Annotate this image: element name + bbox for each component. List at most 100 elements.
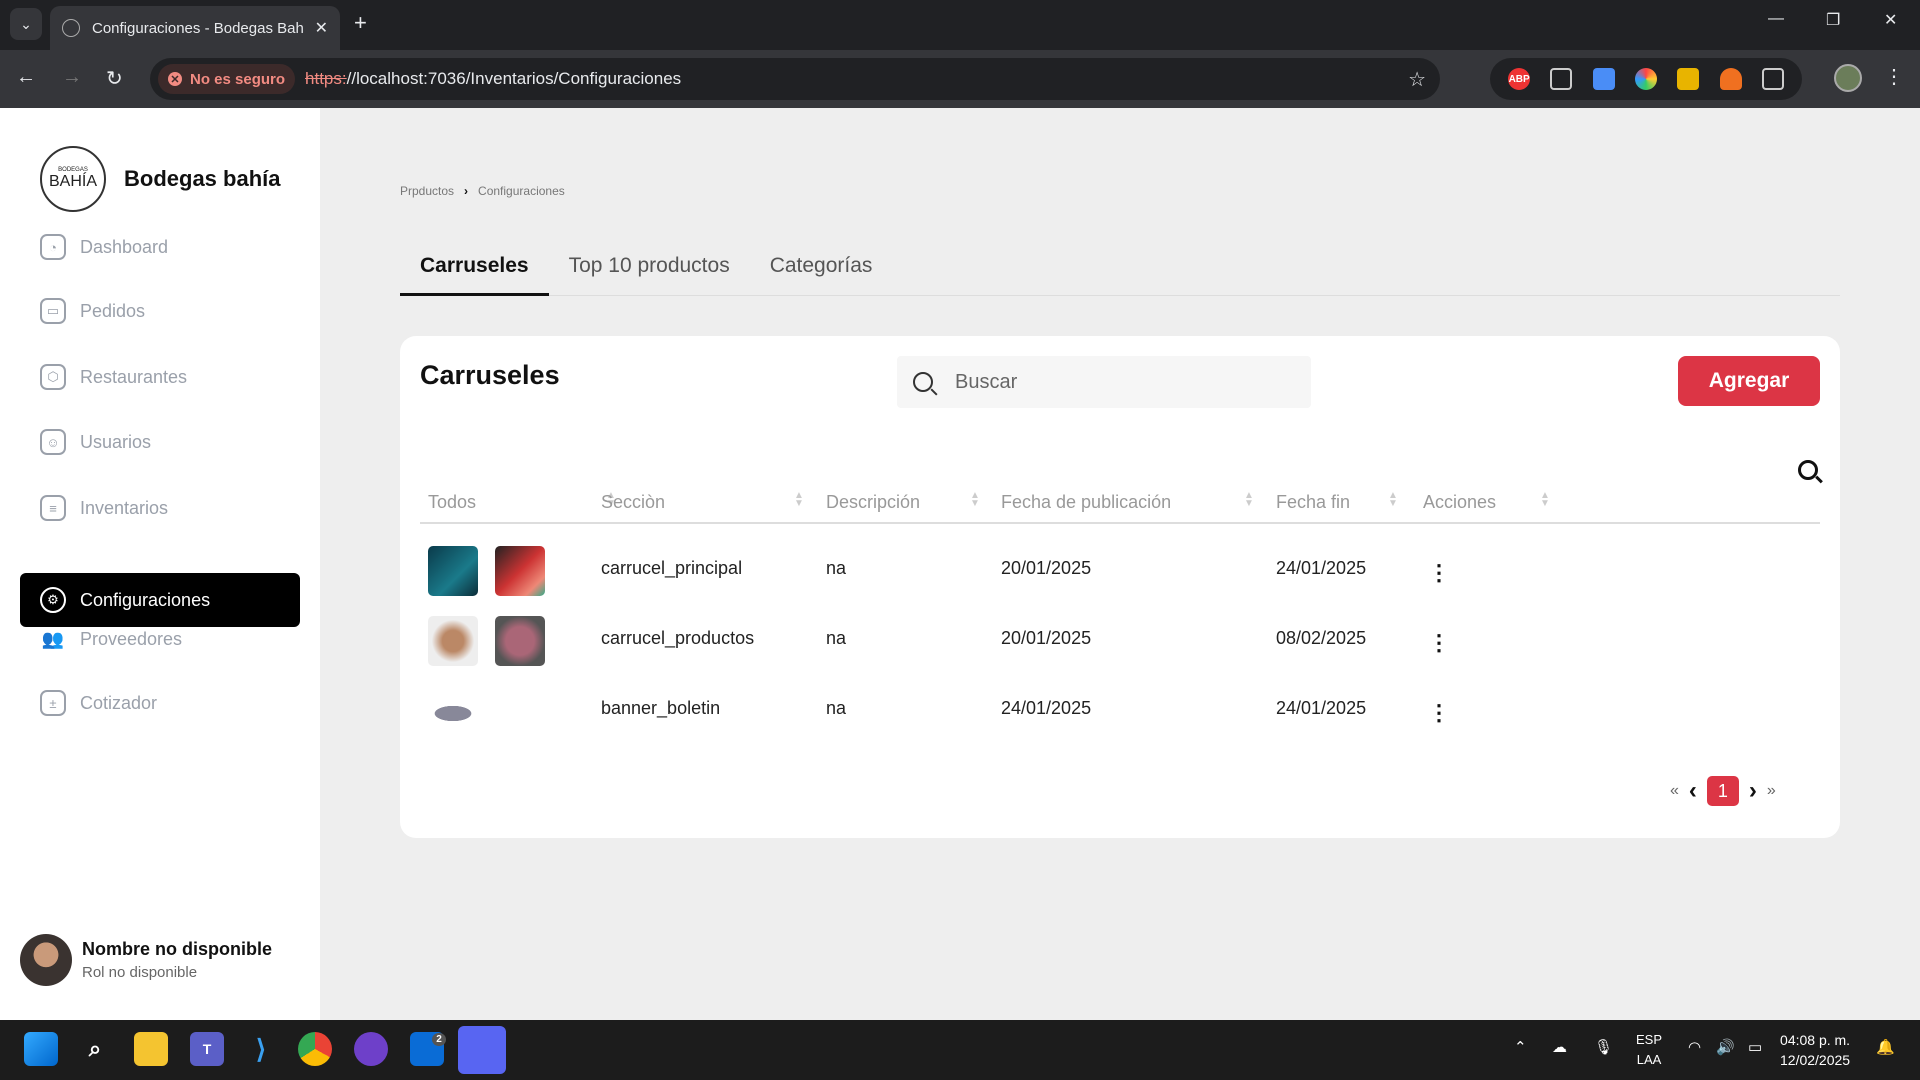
reload-icon[interactable]: ↻ [106,66,123,91]
row-actions-icon[interactable]: ⋮ [1428,630,1450,656]
cell-seccion: banner_boletin [601,698,721,718]
close-tab-icon[interactable]: ✕ [315,18,328,38]
store-icon[interactable]: 2 [410,1032,446,1066]
pagination: « ‹ 1 › » [1670,776,1776,806]
browser-tab[interactable]: Configuraciones - Bodegas Bah ✕ [50,6,340,50]
col-descripcion[interactable]: Descripción [826,492,920,513]
row-actions-icon[interactable]: ⋮ [1428,560,1450,586]
cell-seccion: carrucel_principal [601,558,743,578]
extension-window-icon[interactable] [1550,68,1573,90]
extension-orange-icon[interactable] [1719,68,1742,90]
dashboard-icon: ◔ [40,234,66,260]
user-profile[interactable]: Nombre no disponible Rol no disponible [20,934,272,986]
add-button[interactable]: Agregar [1678,356,1820,406]
tab-search-button[interactable]: ⌄ [10,8,42,40]
tab-top10[interactable]: Top 10 productos [549,254,750,296]
sort-icon[interactable]: ▲ ▼ [1388,491,1398,509]
new-tab-icon[interactable]: + [354,10,367,36]
extension-yellow-icon[interactable] [1677,68,1700,90]
browser-titlebar: ⌄ Configuraciones - Bodegas Bah ✕ + — ❐ … [0,0,1920,50]
sidebar-item-pedidos[interactable]: ▭ Pedidos [20,284,300,338]
profile-avatar-icon[interactable] [1834,64,1862,92]
carousel-image-thumbnail[interactable] [428,546,478,596]
forward-icon[interactable]: → [62,66,82,89]
battery-icon[interactable]: ▭ [1748,1038,1762,1056]
chrome-icon[interactable] [298,1032,332,1066]
cell-descripcion: na [826,558,847,578]
sort-icon[interactable]: ▲ ▼ [1540,491,1550,509]
restore-icon[interactable]: ❐ [1826,10,1840,30]
back-icon[interactable]: ← [16,66,36,89]
sidebar-item-restaurantes[interactable]: ⬡ Restaurantes [20,350,300,404]
sidebar-item-cotizador[interactable]: ± Cotizador [20,676,300,730]
sort-icon[interactable]: ▲ ▼ [970,491,980,509]
browser-menu-icon[interactable]: ⋮ [1884,64,1904,89]
last-page-button[interactable]: » [1767,782,1776,800]
notification-bell-icon[interactable]: 🔔 [1876,1038,1895,1056]
tab-categorias[interactable]: Categorías [750,254,893,296]
sidebar-item-label: Proveedores [80,628,183,649]
brand-name: Bodegas bahía [124,166,281,191]
next-page-button[interactable]: › [1749,777,1757,805]
start-icon[interactable] [24,1032,58,1066]
first-page-button[interactable]: « [1670,782,1679,800]
cell-descripcion: na [826,628,847,648]
col-fecha-publicacion[interactable]: Fecha de publicación [1001,492,1171,513]
sort-icon[interactable]: ▲ ▼ [1244,491,1254,509]
minimize-icon[interactable]: — [1768,10,1784,28]
col-seccion[interactable]: Secciòn [601,492,665,513]
col-todos[interactable]: Todos [428,492,476,513]
security-chip[interactable]: ✕ No es seguro [158,64,296,94]
bookmark-star-icon[interactable]: ☆ [1408,67,1426,92]
system-clock[interactable]: 04:08 p. m. 12/02/2025 [1780,1030,1850,1070]
carruseles-card: Carruseles Agregar Todos ▲▼ Secciòn ▲▼ D… [400,336,1840,838]
sidebar-item-label: Restaurantes [80,366,188,387]
sidebar-item-usuarios[interactable]: ☺ Usuarios [20,415,300,469]
app-root: BODEGAS BAHÍA Bodegas bahía ◔ Dashboard ▭… [0,108,1920,1020]
wifi-icon[interactable]: ◠ [1688,1038,1701,1056]
vscode-icon[interactable]: ⟩ [244,1032,278,1066]
sidebar-item-dashboard[interactable]: ◔ Dashboard [20,220,300,274]
color-picker-icon[interactable] [1634,68,1657,90]
cloud-icon[interactable]: ☁ [1552,1038,1567,1056]
file-explorer-icon[interactable] [134,1032,168,1066]
address-bar[interactable]: ✕ No es seguro https://localhost:7036/In… [150,58,1440,100]
table-row: carrucel_principal na 20/01/2025 24/01/2… [420,546,1820,616]
adblock-icon[interactable]: ABP [1508,68,1531,90]
sidebar-item-label: Cotizador [80,692,158,713]
discord-icon[interactable] [458,1026,506,1074]
extension-docs-icon[interactable] [1592,68,1615,90]
banner-image-thumbnail[interactable] [428,686,478,736]
product-image-thumbnail[interactable] [428,616,478,666]
language-indicator[interactable]: ESP LAA [1636,1030,1662,1070]
puzzle-icon[interactable] [1761,68,1784,90]
prev-page-button[interactable]: ‹ [1689,777,1697,805]
table-search-icon[interactable] [1798,460,1818,480]
windows-taskbar: ⌕ T ⟩ 2 ⌃ ☁ 🎙 ESP LAA ◠ 🔊 ▭ 04:08 p. m. … [0,1020,1920,1080]
tab-carruseles[interactable]: Carruseles [400,254,549,296]
carousel-image-thumbnail[interactable] [495,546,545,596]
box-icon: ⬡ [40,364,66,390]
chevron-up-icon[interactable]: ⌃ [1514,1038,1527,1056]
lang-code: ESP [1636,1032,1663,1047]
teams-icon[interactable]: T [190,1032,224,1066]
close-window-icon[interactable]: ✕ [1884,10,1897,30]
col-fecha-fin[interactable]: Fecha fin [1276,492,1350,513]
col-acciones[interactable]: Acciones [1423,492,1496,513]
sort-icon[interactable]: ▲ ▼ [794,491,804,509]
table-row: banner_boletin na 24/01/2025 24/01/2025 … [420,686,1820,756]
search-input[interactable] [955,370,1275,394]
row-actions-icon[interactable]: ⋮ [1428,700,1450,726]
url-text: https://localhost:7036/Inventarios/Confi… [305,69,681,89]
microphone-icon[interactable]: 🎙 [1594,1038,1613,1056]
search-icon[interactable]: ⌕ [78,1032,112,1066]
breadcrumb-parent[interactable]: Prpductos [400,184,454,198]
sidebar-item-inventarios[interactable]: ≡ Inventarios [20,481,300,535]
volume-icon[interactable]: 🔊 [1716,1038,1735,1056]
current-page[interactable]: 1 [1706,776,1739,806]
product-image-thumbnail[interactable] [495,616,545,666]
github-desktop-icon[interactable] [354,1032,388,1066]
warning-icon: ✕ [168,72,182,86]
sidebar-item-proveedores[interactable]: 👥 Proveedores [20,612,300,666]
favicon-icon [62,19,80,37]
